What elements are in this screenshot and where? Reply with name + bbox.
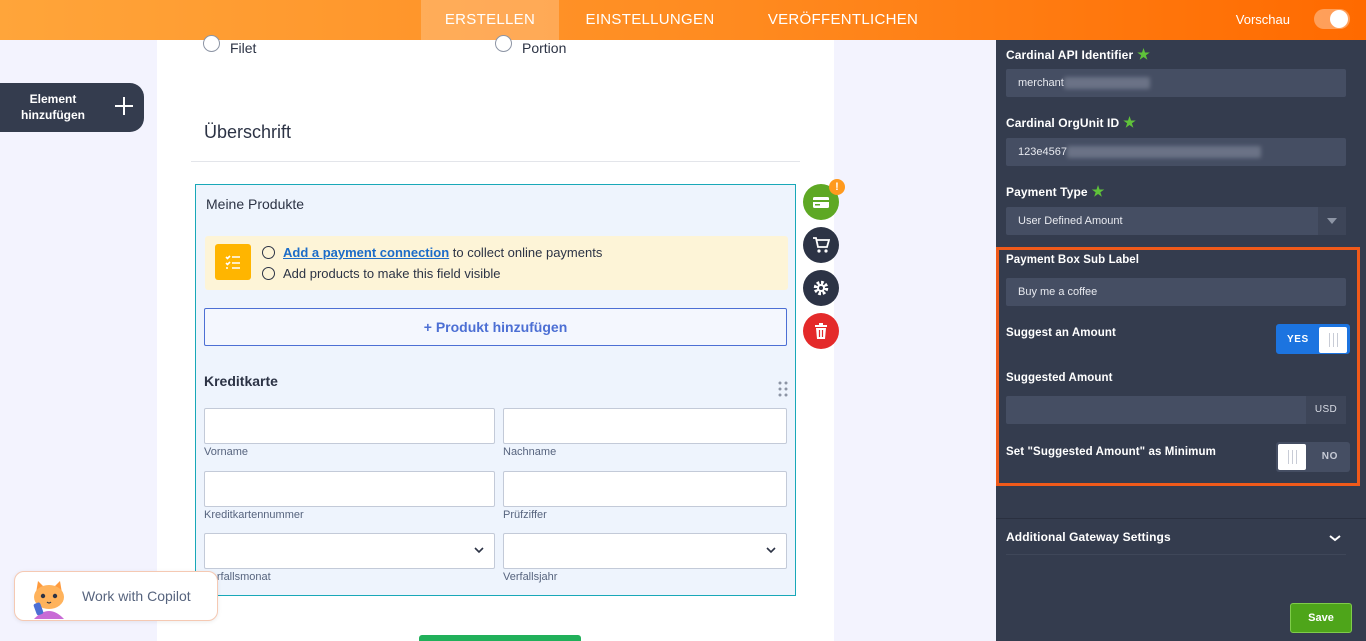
form-canvas: Filet Portion Überschrift Meine Produkte…: [157, 34, 834, 641]
add-product-button[interactable]: + Produkt hinzufügen: [204, 308, 787, 346]
radio-label: Portion: [522, 40, 567, 56]
toggle-knob: [1278, 444, 1306, 470]
card-number-label: Kreditkartennummer: [204, 509, 304, 521]
trash-icon: [815, 323, 827, 339]
first-name-input[interactable]: [204, 408, 495, 444]
delete-field-button[interactable]: [803, 313, 839, 349]
plus-icon: [114, 93, 134, 121]
preview-label: Vorschau: [1235, 12, 1290, 27]
chevron-down-icon[interactable]: [1329, 530, 1341, 548]
circle-icon: [262, 267, 275, 281]
orgunit-text: Cardinal OrgUnit ID: [1006, 116, 1120, 130]
tab-einstellungen[interactable]: EINSTELLUNGEN: [566, 0, 734, 40]
payment-warning-box: Add a payment connection to collect onli…: [205, 236, 788, 290]
api-identifier-input[interactable]: merchant: [1006, 69, 1346, 97]
expiry-month-select[interactable]: [204, 533, 495, 569]
add-element-label: Element hinzufügen: [21, 92, 85, 122]
orgunit-input[interactable]: 123e4567: [1006, 138, 1346, 166]
additional-settings-label[interactable]: Additional Gateway Settings: [1006, 530, 1171, 544]
payment-type-text: Payment Type: [1006, 185, 1088, 199]
products-button[interactable]: [803, 227, 839, 263]
toggle-text: NO: [1321, 451, 1338, 462]
field-settings-button[interactable]: [803, 270, 839, 306]
redacted-blur: [1066, 146, 1261, 159]
payment-type-value: User Defined Amount: [1018, 215, 1123, 227]
required-star-icon: ★: [1091, 183, 1105, 199]
copilot-label: Work with Copilot: [82, 588, 191, 604]
expiry-year-label: Verfallsjahr: [503, 571, 558, 583]
minimum-label: Set "Suggested Amount" as Minimum: [1006, 446, 1216, 458]
radio-option-portion[interactable]: Portion: [495, 34, 567, 60]
required-star-icon: ★: [1123, 114, 1136, 130]
api-identifier-value: merchant: [1018, 77, 1064, 89]
toggle-text: YES: [1287, 334, 1309, 345]
radio-option-filet[interactable]: Filet: [203, 34, 257, 60]
gear-icon: [813, 280, 829, 296]
suggested-amount-label: Suggested Amount: [1006, 372, 1113, 384]
radio-circle: [203, 34, 220, 52]
currency-label: USD: [1306, 396, 1346, 424]
api-identifier-label: Cardinal API Identifier ★: [1006, 46, 1150, 63]
top-navigation-bar: ERSTELLEN EINSTELLUNGEN VERÖFFENTLICHEN …: [0, 0, 1366, 40]
payment-type-select[interactable]: User Defined Amount: [1006, 207, 1346, 235]
product-list-field[interactable]: Meine Produkte Add a payment connection …: [195, 184, 796, 596]
cvv-input[interactable]: [503, 471, 787, 507]
credit-card-title: Kreditkarte: [204, 373, 278, 389]
tab-erstellen[interactable]: ERSTELLEN: [421, 0, 559, 40]
suggest-amount-label: Suggest an Amount: [1006, 327, 1116, 339]
warning-line-payment: Add a payment connection to collect onli…: [262, 245, 602, 260]
add-payment-connection-link[interactable]: Add a payment connection: [283, 245, 449, 260]
warning-text: Add products to make this field visible: [283, 266, 501, 281]
sub-label-label: Payment Box Sub Label: [1006, 254, 1140, 266]
payment-type-label: Payment Type ★: [1006, 183, 1104, 200]
copilot-button[interactable]: Work with Copilot: [14, 571, 218, 621]
warning-text: to collect online payments: [449, 245, 603, 260]
warning-line-products: Add products to make this field visible: [262, 266, 501, 281]
credit-card-icon: [813, 197, 829, 208]
first-name-label: Vorname: [204, 446, 249, 458]
card-number-input[interactable]: [204, 471, 495, 507]
last-name-label: Nachname: [503, 446, 557, 458]
checklist-icon: [215, 244, 251, 280]
divider: [191, 161, 800, 162]
last-name-input[interactable]: [503, 408, 787, 444]
circle-icon: [262, 246, 275, 260]
orgunit-value: 123e4567: [1018, 146, 1067, 158]
expiry-year-select[interactable]: [503, 533, 787, 569]
divider: [1006, 554, 1346, 555]
gateway-settings-panel: Cardinal API Identifier ★ merchant Cardin…: [996, 40, 1366, 641]
orgunit-label: Cardinal OrgUnit ID ★: [1006, 114, 1136, 131]
suggested-amount-input[interactable]: USD: [1006, 396, 1346, 424]
divider: [996, 518, 1366, 519]
product-field-title: Meine Produkte: [206, 196, 305, 212]
required-star-icon: ★: [1137, 46, 1150, 62]
chevron-down-icon: [1318, 207, 1346, 235]
suggest-amount-toggle[interactable]: YES: [1276, 324, 1350, 354]
minimum-toggle[interactable]: NO: [1276, 442, 1350, 472]
api-identifier-text: Cardinal API Identifier: [1006, 48, 1134, 62]
cart-icon: [813, 237, 830, 253]
chevron-down-icon: [474, 547, 484, 554]
toggle-knob: [1319, 327, 1347, 353]
submit-button-partial[interactable]: [419, 635, 581, 641]
tab-veroeffentlichen[interactable]: VERÖFFENTLICHEN: [748, 0, 938, 40]
radio-circle: [495, 34, 512, 52]
section-heading[interactable]: Überschrift: [204, 122, 291, 143]
sub-label-value: Buy me a coffee: [1018, 286, 1098, 298]
redacted-blur: [1063, 77, 1150, 90]
radio-label: Filet: [230, 40, 257, 56]
preview-toggle[interactable]: [1314, 9, 1350, 29]
copilot-cat-avatar-icon: [24, 577, 74, 619]
sub-label-input[interactable]: Buy me a coffee: [1006, 278, 1346, 306]
toggle-knob: [1330, 10, 1348, 28]
warning-badge: !: [829, 179, 845, 195]
chevron-down-icon: [766, 547, 776, 554]
cvv-label: Prüfziffer: [503, 509, 547, 521]
drag-handle-icon[interactable]: [778, 381, 788, 397]
add-element-button[interactable]: Element hinzufügen: [0, 83, 144, 132]
save-button[interactable]: Save: [1290, 603, 1352, 633]
